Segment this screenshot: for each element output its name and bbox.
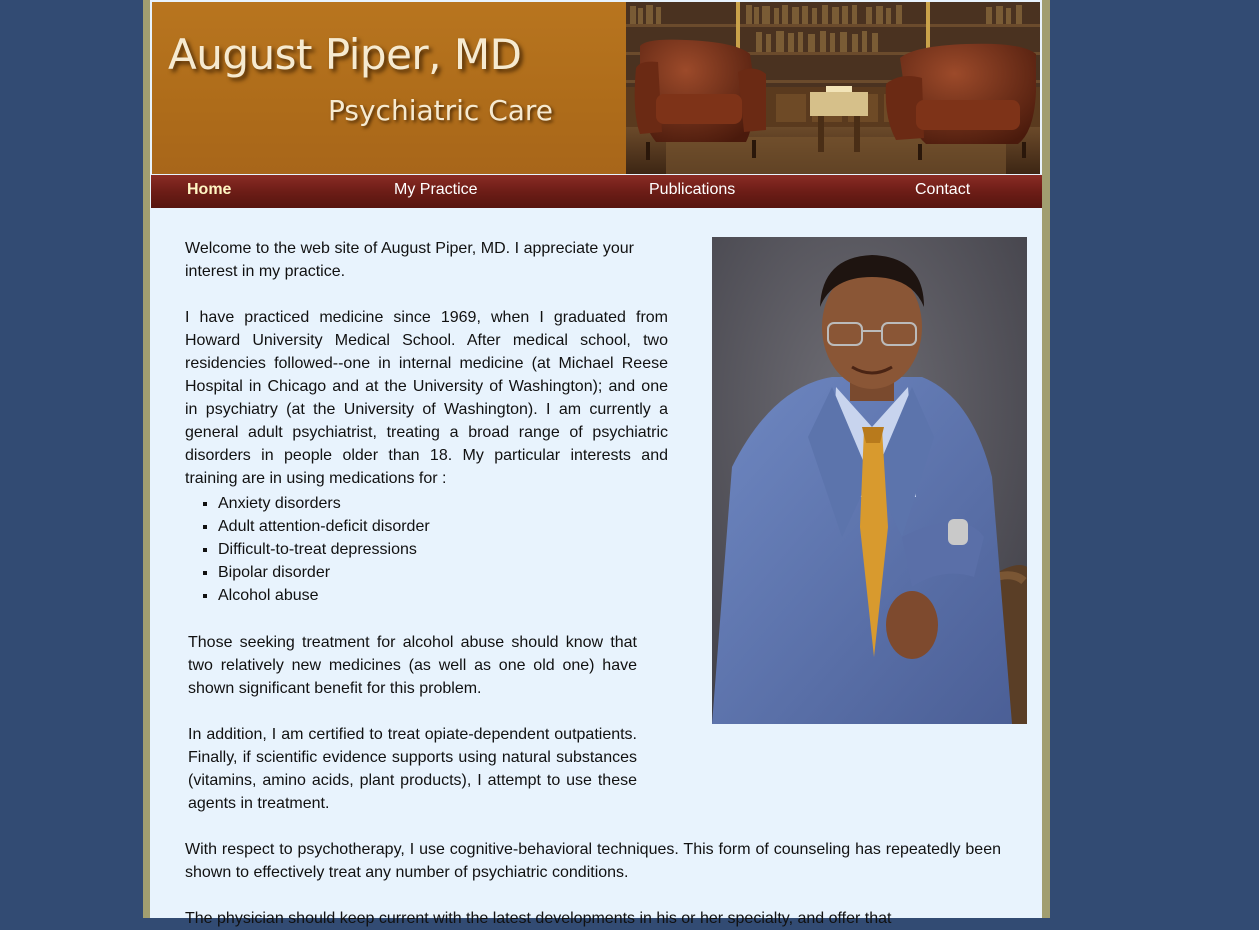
welcome-paragraph: Welcome to the web site of August Piper,… [185,240,634,280]
doctor-portrait [712,237,1027,724]
practice-paragraph: I have practiced medicine since 1969, wh… [185,309,668,487]
site-header: August Piper, MD Psychiatric Care [152,2,1040,174]
opiate-paragraph: In addition, I am certified to treat opi… [188,726,637,812]
psychotherapy-paragraph: With respect to psychotherapy, I use cog… [185,841,1001,881]
alcohol-paragraph: Those seeking treatment for alcohol abus… [188,634,637,697]
list-item: Adult attention-deficit disorder [218,515,668,538]
nav-my-practice[interactable]: My Practice [394,181,478,199]
nav-home[interactable]: Home [187,181,231,199]
interests-list: Anxiety disorders Adult attention-defici… [185,492,668,607]
main-content: Welcome to the web site of August Piper,… [185,237,668,607]
nav-publications[interactable]: Publications [649,181,735,199]
psychotherapy-section: With respect to psychotherapy, I use cog… [185,838,1001,930]
physician-paragraph: The physician should keep current with t… [185,910,892,927]
list-item: Alcohol abuse [218,584,668,607]
list-item: Bipolar disorder [218,561,668,584]
header-logo-panel: August Piper, MD Psychiatric Care [152,2,626,174]
site-subtitle: Psychiatric Care [328,94,554,127]
list-item: Difficult-to-treat depressions [218,538,668,561]
treatment-notes: Those seeking treatment for alcohol abus… [188,631,637,815]
list-item: Anxiety disorders [218,492,668,515]
main-nav: Home My Practice Publications Contact [151,175,1042,208]
office-photo [626,2,1040,174]
site-title: August Piper, MD [168,30,522,79]
nav-contact[interactable]: Contact [915,181,970,199]
